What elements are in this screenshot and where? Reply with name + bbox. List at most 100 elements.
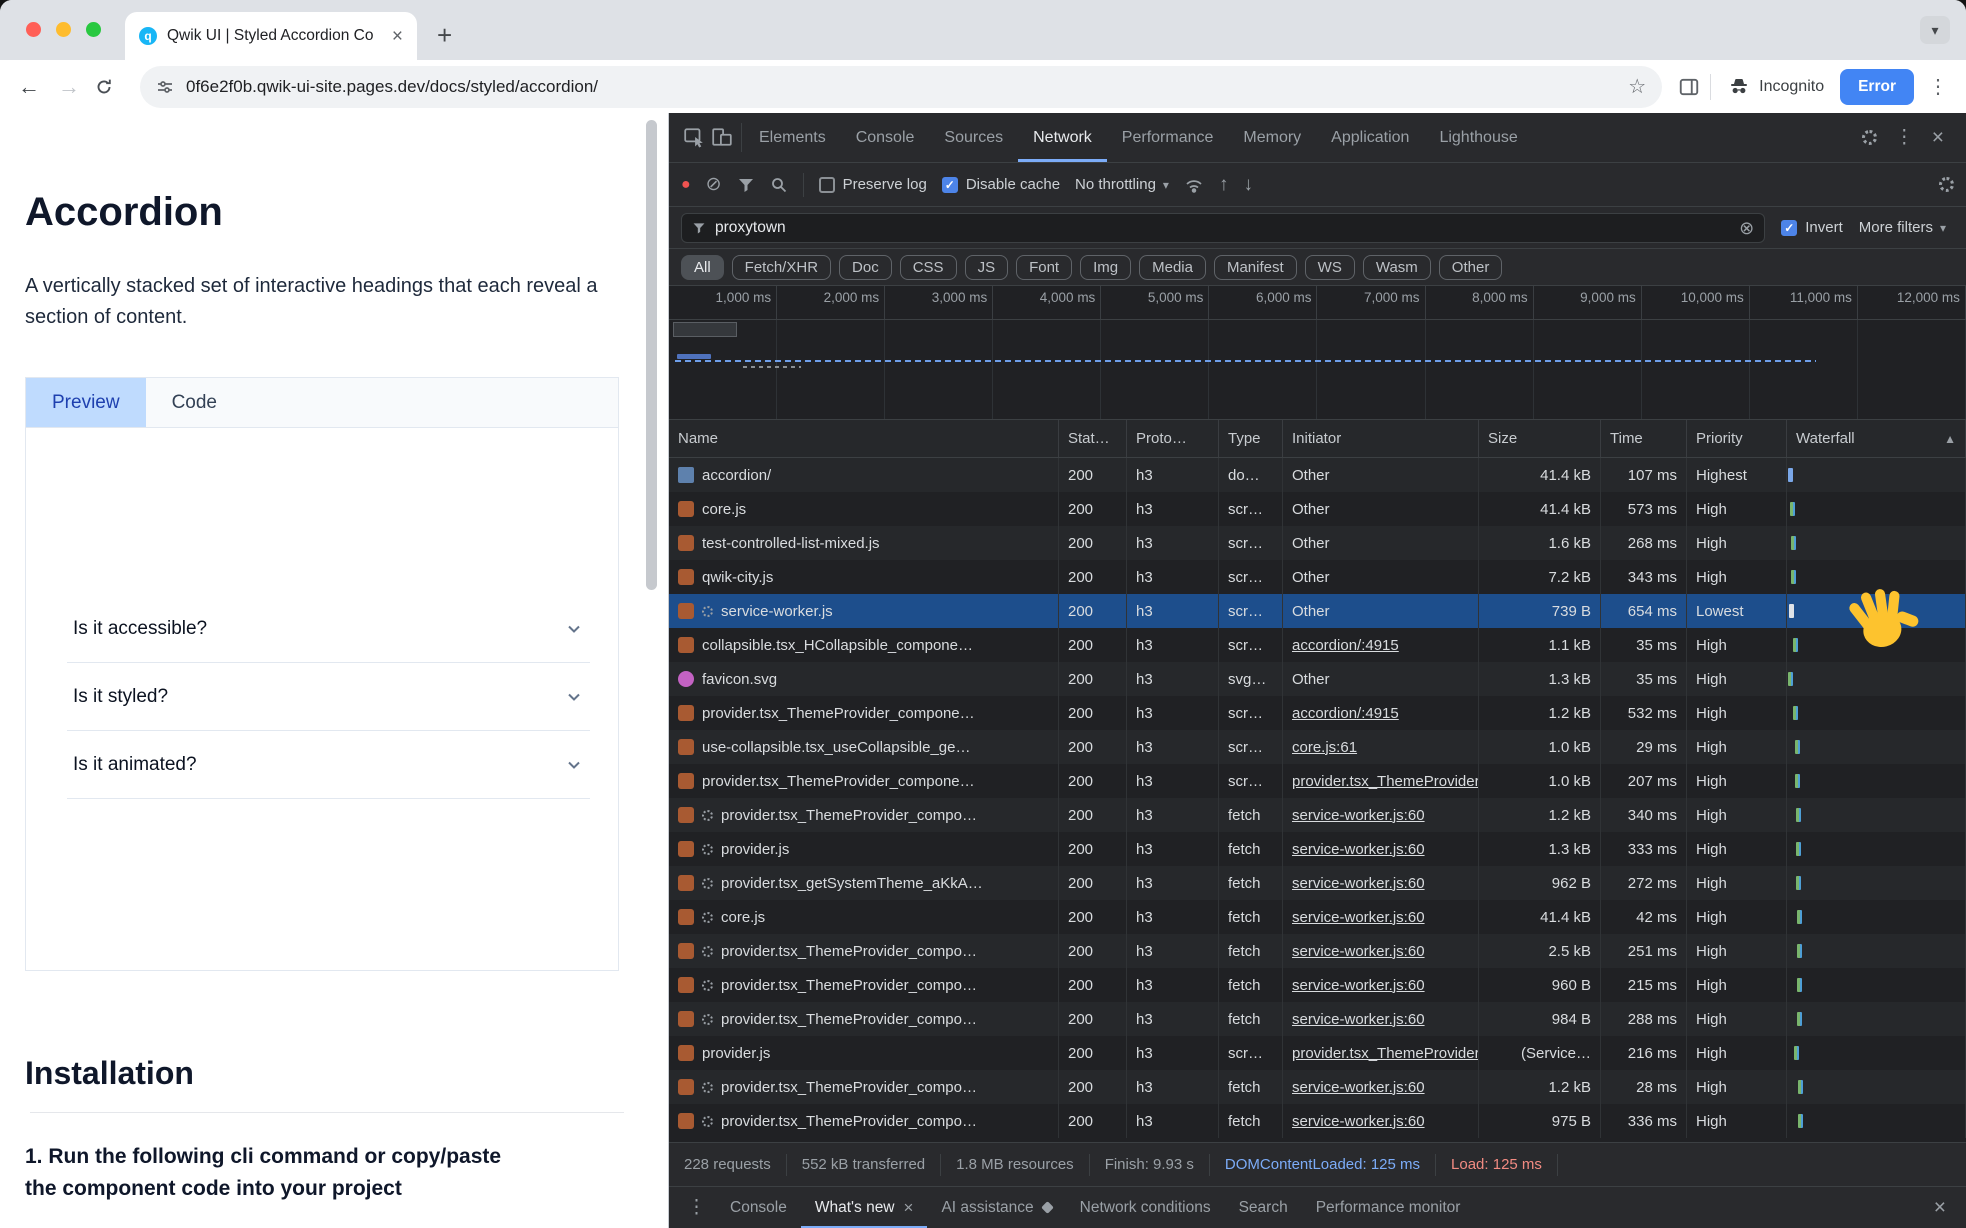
initiator-link[interactable]: Other xyxy=(1292,671,1330,688)
type-filter-chip[interactable]: Manifest xyxy=(1214,255,1297,280)
network-request-row[interactable]: favicon.svg 200 h3 svg… Other 1.3 kB 35 … xyxy=(669,662,1966,696)
network-request-row[interactable]: provider.tsx_ThemeProvider_compone… 200 … xyxy=(669,696,1966,730)
overview-selection[interactable] xyxy=(673,322,737,337)
type-filter-chip[interactable]: CSS xyxy=(900,255,957,280)
disable-cache-toggle[interactable]: ✓ Disable cache xyxy=(942,176,1060,193)
initiator-link[interactable]: Other xyxy=(1292,569,1330,586)
inspect-element-icon[interactable] xyxy=(683,126,705,148)
accordion-item[interactable]: Is it accessible? xyxy=(67,595,590,663)
address-bar[interactable]: 0f6e2f0b.qwik-ui-site.pages.dev/docs/sty… xyxy=(140,66,1662,108)
drawer-tab[interactable]: Search × xyxy=(1225,1187,1302,1228)
drawer-tab[interactable]: Console × xyxy=(716,1187,801,1228)
drawer-tab-close-icon[interactable]: × xyxy=(904,1199,914,1216)
drawer-menu-icon[interactable]: ⋮ xyxy=(677,1187,716,1228)
drawer-close-icon[interactable]: × xyxy=(1922,1187,1958,1228)
initiator-link[interactable]: service-worker.js:60 xyxy=(1292,1079,1425,1096)
devtools-menu-icon[interactable]: ⋮ xyxy=(1895,126,1914,149)
type-filter-chip[interactable]: Wasm xyxy=(1363,255,1431,280)
browser-menu-icon[interactable]: ⋮ xyxy=(1924,74,1952,99)
error-button[interactable]: Error xyxy=(1840,69,1914,105)
new-tab-button[interactable]: + xyxy=(437,22,452,48)
network-request-row[interactable]: core.js 200 h3 fetch service-worker.js:6… xyxy=(669,900,1966,934)
drawer-tab[interactable]: Performance monitor × xyxy=(1302,1187,1475,1228)
type-filter-chip[interactable]: Fetch/XHR xyxy=(732,255,831,280)
type-filter-chip[interactable]: Img xyxy=(1080,255,1131,280)
type-filter-chip[interactable]: Media xyxy=(1139,255,1206,280)
initiator-link[interactable]: Other xyxy=(1292,501,1330,518)
drawer-tab[interactable]: Network conditions × xyxy=(1066,1187,1225,1228)
export-har-icon[interactable]: ↓ xyxy=(1243,175,1253,194)
type-filter-chip[interactable]: All xyxy=(681,255,724,280)
network-conditions-icon[interactable] xyxy=(1184,175,1204,195)
devtools-tab[interactable]: Memory xyxy=(1228,113,1316,162)
network-request-row[interactable]: use-collapsible.tsx_useCollapsible_ge… 2… xyxy=(669,730,1966,764)
maximize-window-button[interactable] xyxy=(86,22,101,37)
column-header-status[interactable]: Stat… xyxy=(1059,420,1127,457)
device-toolbar-icon[interactable] xyxy=(711,126,733,148)
devtools-tab[interactable]: Performance xyxy=(1107,113,1229,162)
network-request-row[interactable]: provider.tsx_ThemeProvider_compo… 200 h3… xyxy=(669,934,1966,968)
type-filter-chip[interactable]: Other xyxy=(1439,255,1503,280)
disable-cache-checkbox[interactable]: ✓ xyxy=(942,177,958,193)
initiator-link[interactable]: service-worker.js:60 xyxy=(1292,1113,1425,1130)
filter-value[interactable]: proxytown xyxy=(715,219,1730,237)
reload-button[interactable] xyxy=(94,77,124,97)
clear-network-log-icon[interactable]: ⊘ xyxy=(706,175,722,194)
initiator-link[interactable]: Other xyxy=(1292,535,1330,552)
column-header-protocol[interactable]: Proto… xyxy=(1127,420,1219,457)
clear-filter-icon[interactable]: ⊗ xyxy=(1739,219,1754,237)
initiator-link[interactable]: service-worker.js:60 xyxy=(1292,977,1425,994)
initiator-link[interactable]: service-worker.js:60 xyxy=(1292,807,1425,824)
initiator-link[interactable]: Other xyxy=(1292,603,1330,620)
tab-close-icon[interactable]: × xyxy=(392,27,403,46)
more-filters-dropdown[interactable]: More filters ▾ xyxy=(1859,219,1954,236)
minimize-window-button[interactable] xyxy=(56,22,71,37)
url-text[interactable]: 0f6e2f0b.qwik-ui-site.pages.dev/docs/sty… xyxy=(186,77,1616,97)
browser-tab[interactable]: q Qwik UI | Styled Accordion Co × xyxy=(125,12,417,60)
demo-tab[interactable]: Preview xyxy=(26,378,146,427)
back-button[interactable]: ← xyxy=(14,74,44,100)
accordion-item[interactable]: Is it styled? xyxy=(67,663,590,731)
initiator-link[interactable]: provider.tsx_ThemeProvider xyxy=(1292,1045,1479,1062)
throttling-dropdown[interactable]: No throttling ▾ xyxy=(1075,176,1169,193)
close-window-button[interactable] xyxy=(26,22,41,37)
filter-input[interactable]: proxytown ⊗ xyxy=(681,213,1765,243)
network-request-row[interactable]: provider.js 200 h3 fetch service-worker.… xyxy=(669,832,1966,866)
network-request-row[interactable]: provider.tsx_ThemeProvider_compo… 200 h3… xyxy=(669,1002,1966,1036)
site-info-icon[interactable] xyxy=(156,78,174,96)
initiator-link[interactable]: accordion/:4915 xyxy=(1292,637,1399,654)
network-request-row[interactable]: test-controlled-list-mixed.js 200 h3 scr… xyxy=(669,526,1966,560)
preserve-log-toggle[interactable]: Preserve log xyxy=(819,176,927,193)
column-header-waterfall[interactable]: Waterfall ▲ xyxy=(1787,420,1966,457)
initiator-link[interactable]: service-worker.js:60 xyxy=(1292,909,1425,926)
devtools-tab[interactable]: Network xyxy=(1018,113,1107,162)
devtools-tab[interactable]: Console xyxy=(841,113,930,162)
devtools-settings-icon[interactable] xyxy=(1862,130,1877,145)
page-scrollbar[interactable] xyxy=(646,120,657,590)
initiator-link[interactable]: provider.tsx_ThemeProvider xyxy=(1292,773,1479,790)
network-request-row[interactable]: qwik-city.js 200 h3 scr… Other 7.2 kB 34… xyxy=(669,560,1966,594)
network-overview[interactable] xyxy=(669,320,1966,420)
initiator-link[interactable]: accordion/:4915 xyxy=(1292,705,1399,722)
devtools-tab[interactable]: Elements xyxy=(744,113,841,162)
network-request-row[interactable]: provider.tsx_ThemeProvider_compo… 200 h3… xyxy=(669,798,1966,832)
network-request-row[interactable]: provider.js 200 h3 scr… provider.tsx_The… xyxy=(669,1036,1966,1070)
network-request-row[interactable]: provider.tsx_ThemeProvider_compone… 200 … xyxy=(669,764,1966,798)
tab-search-button[interactable]: ▾ xyxy=(1920,16,1950,44)
initiator-link[interactable]: service-worker.js:60 xyxy=(1292,841,1425,858)
window-controls[interactable] xyxy=(26,22,101,37)
column-header-priority[interactable]: Priority xyxy=(1687,420,1787,457)
accordion-item[interactable]: Is it animated? xyxy=(67,731,590,799)
demo-tab[interactable]: Code xyxy=(146,378,243,427)
forward-button[interactable]: → xyxy=(54,74,84,100)
column-header-time[interactable]: Time xyxy=(1601,420,1687,457)
initiator-link[interactable]: core.js:61 xyxy=(1292,739,1357,756)
import-har-icon[interactable]: ↑ xyxy=(1219,175,1229,194)
devtools-tab[interactable]: Sources xyxy=(929,113,1018,162)
network-request-row[interactable]: collapsible.tsx_HCollapsible_compone… 20… xyxy=(669,628,1966,662)
record-network-log-button[interactable]: ● xyxy=(681,177,691,193)
network-request-row[interactable]: accordion/ 200 h3 do… Other 41.4 kB 107 … xyxy=(669,458,1966,492)
drawer-tab[interactable]: What's new × xyxy=(801,1187,928,1228)
network-request-row[interactable]: service-worker.js 200 h3 scr… Other 739 … xyxy=(669,594,1966,628)
filter-icon[interactable] xyxy=(737,176,755,194)
